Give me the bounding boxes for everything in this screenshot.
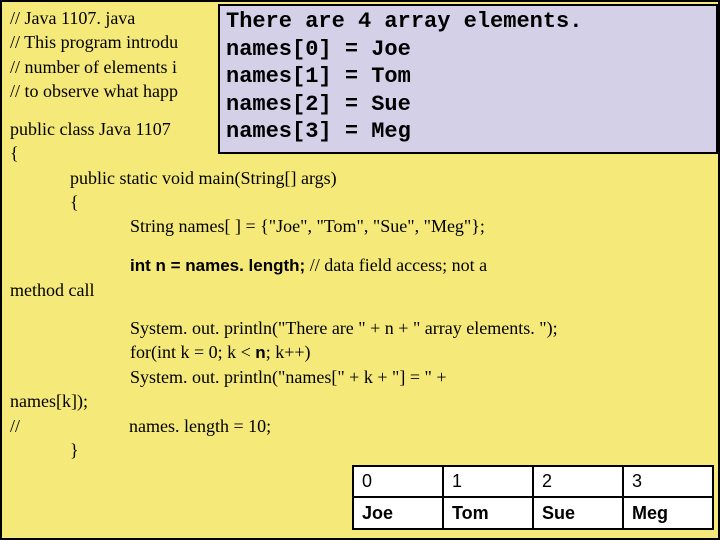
names-k: names[k]); [10,389,710,413]
value-cell: Joe [353,497,443,529]
length-bold: int n = names. length; [130,256,305,275]
output-line-4: names[2] = Sue [226,91,710,119]
length-line: int n = names. length; // data field acc… [10,253,710,278]
array-init: String names[ ] = {"Joe", "Tom", "Sue", … [10,214,710,238]
index-row: 0 1 2 3 [353,466,713,497]
slashes: // [10,416,20,436]
value-row: Joe Tom Sue Meg [353,497,713,529]
len-assign: names. length = 10; [129,416,271,436]
commented-line: // names. length = 10; [10,414,710,438]
output-line-1: There are 4 array elements. [226,8,710,36]
console-output: There are 4 array elements. names[0] = J… [218,4,718,154]
index-cell: 0 [353,466,443,497]
println-2: System. out. println("names[" + k + "] =… [10,365,710,389]
index-cell: 3 [623,466,713,497]
output-line-2: names[0] = Joe [226,36,710,64]
main-declaration: public static void main(String[] args) [10,166,710,190]
for-n-bold: n [255,343,265,362]
for-part-1: for(int k = 0; k < [130,342,255,362]
output-line-5: names[3] = Meg [226,118,710,146]
close-brace-2: } [10,438,710,462]
println-1: System. out. println("There are " + n + … [10,316,710,340]
value-cell: Tom [443,497,533,529]
array-diagram: 0 1 2 3 Joe Tom Sue Meg [352,465,714,530]
method-call-text: method call [10,278,710,302]
index-cell: 1 [443,466,533,497]
output-line-3: names[1] = Tom [226,63,710,91]
for-line: for(int k = 0; k < n; k++) [10,340,710,365]
value-cell: Sue [533,497,623,529]
index-cell: 2 [533,466,623,497]
open-brace-2: { [10,190,710,214]
length-comment: // data field access; not a [305,255,487,275]
for-part-2: ; k++) [266,342,311,362]
value-cell: Meg [623,497,713,529]
